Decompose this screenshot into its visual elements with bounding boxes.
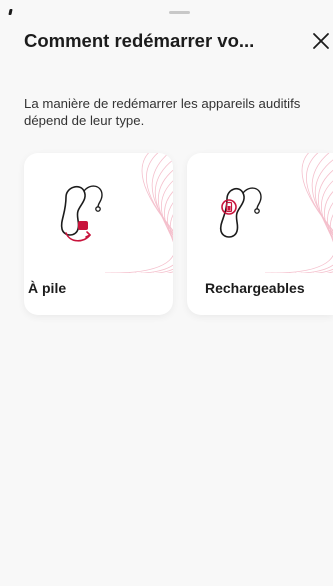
option-card-rechargeable[interactable]: Rechargeables <box>187 153 333 315</box>
bottom-sheet: Comment redémarrer vo... La manière de r… <box>0 0 333 586</box>
close-icon <box>313 33 329 49</box>
option-label-battery: À pile <box>28 280 67 296</box>
battery-hearing-aid-icon <box>60 185 103 242</box>
option-card-battery[interactable]: À pile <box>24 153 173 315</box>
close-button[interactable] <box>311 31 331 51</box>
drag-handle[interactable] <box>169 11 190 14</box>
option-label-rechargeable: Rechargeables <box>205 280 305 296</box>
sheet-header: Comment redémarrer vo... <box>24 28 309 54</box>
description-text: La manière de redémarrer les appareils a… <box>24 96 301 128</box>
status-indicator <box>8 9 13 15</box>
page-title: Comment redémarrer vo... <box>24 30 255 51</box>
rechargeable-hearing-aid-icon <box>219 187 262 238</box>
